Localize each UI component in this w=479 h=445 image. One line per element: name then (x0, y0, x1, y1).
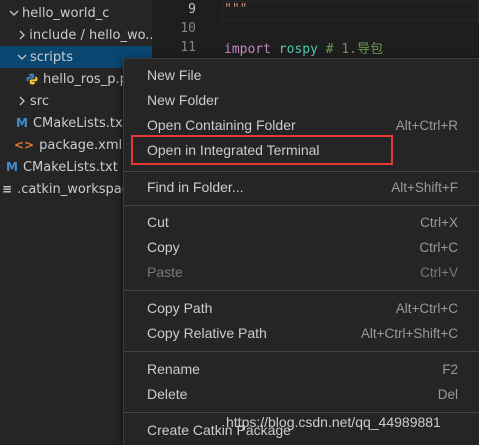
menu-item-shortcut: Del (437, 386, 458, 402)
menu-item-find-in-folder[interactable]: Find in Folder... Alt+Shift+F (124, 175, 479, 199)
tree-item-label: include / hello_wo... (29, 27, 152, 43)
menu-item-label: Paste (147, 264, 183, 280)
code-keyword: import (224, 42, 271, 57)
menu-item-new-file[interactable]: New File (124, 63, 479, 87)
menu-separator (124, 205, 479, 206)
menu-item-shortcut: Alt+Ctrl+R (395, 117, 458, 133)
menu-item-cut[interactable]: Cut Ctrl+X (124, 210, 479, 234)
tree-item-label: .catkin_workspace (17, 181, 137, 197)
menu-item-label: Open in Integrated Terminal (147, 142, 320, 158)
menu-item-label: Create Catkin Package (147, 422, 291, 438)
menu-separator (124, 412, 479, 413)
chevron-right-icon (14, 96, 30, 106)
menu-item-copy-path[interactable]: Copy Path Alt+Ctrl+C (124, 296, 479, 320)
menu-item-label: Find in Folder... (147, 179, 244, 195)
chevron-right-icon (14, 30, 29, 40)
tree-item-label: src (30, 93, 49, 109)
menu-item-new-folder[interactable]: New Folder (124, 88, 479, 112)
menu-item-label: Delete (147, 386, 188, 402)
menu-item-paste[interactable]: Paste Ctrl+V (124, 260, 479, 284)
tree-item-label: hello_ros_p.py (43, 71, 136, 87)
tree-folder-hello-world-c[interactable]: hello_world_c (0, 2, 152, 24)
menu-item-shortcut: F2 (442, 361, 458, 377)
menu-item-label: Copy Relative Path (147, 325, 267, 341)
tree-item-label: hello_world_c (22, 5, 110, 21)
menu-separator (124, 171, 479, 172)
chevron-down-icon (14, 52, 30, 62)
code-line: """ (224, 2, 248, 17)
menu-separator (124, 290, 479, 291)
menu-item-shortcut: Alt+Shift+F (391, 179, 458, 195)
menu-item-create-catkin-package[interactable]: Create Catkin Package (124, 418, 479, 442)
python-file-icon (26, 73, 38, 85)
xml-file-icon: <> (14, 138, 35, 152)
tree-folder-include[interactable]: include / hello_wo... (0, 24, 152, 46)
menu-item-open-in-integrated-terminal[interactable]: Open in Integrated Terminal (124, 138, 479, 162)
line-number: 10 (180, 21, 196, 36)
menu-item-shortcut: Ctrl+C (419, 239, 458, 255)
menu-item-label: Copy Path (147, 300, 213, 316)
current-line-highlight (222, 1, 479, 21)
chevron-down-icon (6, 8, 22, 18)
menu-item-shortcut: Ctrl+X (420, 214, 458, 230)
menu-item-label: Copy (147, 239, 180, 255)
cmake-file-icon: M (6, 160, 18, 174)
menu-item-rename[interactable]: Rename F2 (124, 357, 479, 381)
tree-item-label: CMakeLists.txt (32, 115, 128, 131)
menu-item-label: Open Containing Folder (147, 117, 296, 133)
menu-item-delete[interactable]: Delete Del (124, 382, 479, 406)
line-number: 11 (180, 40, 196, 55)
menu-item-copy-relative-path[interactable]: Copy Relative Path Alt+Ctrl+Shift+C (124, 321, 479, 345)
menu-item-shortcut: Ctrl+V (420, 264, 458, 280)
menu-item-open-containing-folder[interactable]: Open Containing Folder Alt+Ctrl+R (124, 113, 479, 137)
menu-item-copy[interactable]: Copy Ctrl+C (124, 235, 479, 259)
line-number: 9 (188, 2, 196, 17)
menu-separator (124, 351, 479, 352)
cmake-file-icon: M (16, 116, 28, 130)
menu-item-label: New File (147, 67, 202, 83)
menu-item-shortcut: Alt+Ctrl+C (395, 300, 458, 316)
tree-item-label: CMakeLists.txt (22, 159, 118, 175)
context-menu: New File New Folder Open Containing Fold… (123, 58, 479, 445)
menu-item-shortcut: Alt+Ctrl+Shift+C (360, 325, 458, 341)
code-module: rospy (278, 42, 318, 57)
code-line: import rospy # 1.导包 (224, 38, 383, 57)
menu-item-label: New Folder (147, 92, 219, 108)
tree-item-label: package.xml (39, 137, 123, 153)
file-lines-icon: ≡ (2, 182, 13, 196)
code-comment: # 1.导包 (325, 42, 384, 57)
menu-item-label: Rename (147, 361, 200, 377)
menu-item-label: Cut (147, 214, 169, 230)
tree-item-label: scripts (30, 49, 73, 65)
